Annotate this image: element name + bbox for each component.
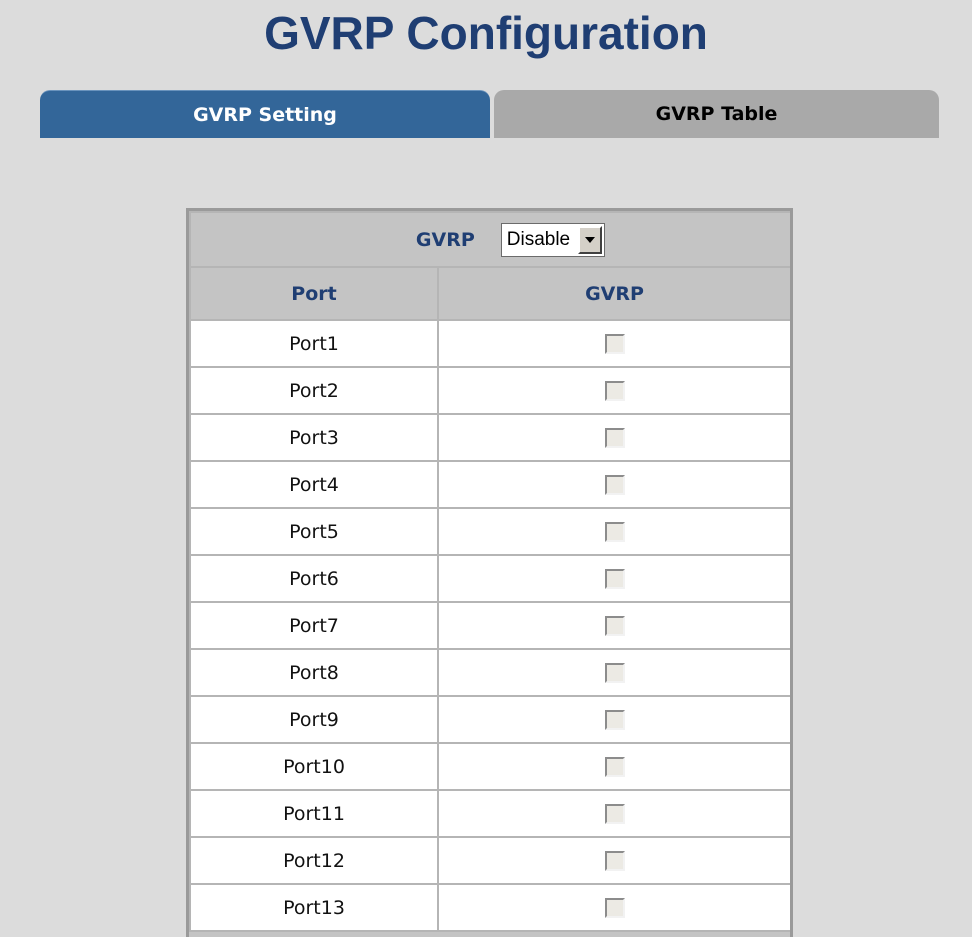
tab-gvrp-table[interactable]: GVRP Table (494, 90, 939, 138)
gvrp-enable-checkbox[interactable] (604, 381, 625, 401)
port-name: Port11 (189, 789, 439, 838)
table-row: Port6 (189, 554, 790, 603)
gvrp-cell (436, 695, 790, 744)
gvrp-cell (436, 413, 790, 462)
tab-gvrp-setting[interactable]: GVRP Setting (40, 90, 490, 138)
column-header-port: Port (189, 266, 439, 321)
global-gvrp-row: GVRP Disable (189, 211, 790, 268)
gvrp-cell (436, 507, 790, 556)
table-row: Port7 (189, 601, 790, 650)
page-title: GVRP Configuration (264, 7, 708, 59)
gvrp-enable-checkbox[interactable] (604, 804, 625, 824)
tab-label: GVRP Setting (193, 103, 337, 126)
gvrp-enable-checkbox[interactable] (604, 522, 625, 542)
gvrp-cell (436, 460, 790, 509)
gvrp-cell (436, 319, 790, 368)
table-header-row: Port GVRP (189, 266, 790, 321)
port-name: Port9 (189, 695, 439, 744)
gvrp-port-table: GVRP Disable Port GVRP Port1 Port2 Port3 Po… (189, 211, 790, 932)
port-name: Port10 (189, 742, 439, 791)
tab-label: GVRP Table (655, 103, 778, 125)
table-row: Port10 (189, 742, 790, 791)
gvrp-enable-checkbox[interactable] (604, 569, 625, 589)
gvrp-cell (436, 789, 790, 838)
gvrp-enable-checkbox[interactable] (604, 898, 625, 918)
gvrp-enable-checkbox[interactable] (604, 334, 625, 354)
port-name: Port12 (189, 836, 439, 885)
port-name: Port6 (189, 554, 439, 603)
column-header-gvrp: GVRP (436, 266, 790, 321)
gvrp-enable-checkbox[interactable] (604, 757, 625, 777)
table-row: Port12 (189, 836, 790, 885)
table-row: Port2 (189, 366, 790, 415)
gvrp-enable-checkbox[interactable] (604, 616, 625, 636)
gvrp-cell (436, 648, 790, 697)
gvrp-cell (436, 601, 790, 650)
gvrp-cell (436, 883, 790, 932)
gvrp-enable-checkbox[interactable] (604, 710, 625, 730)
gvrp-enable-checkbox[interactable] (604, 428, 625, 448)
port-name: Port7 (189, 601, 439, 650)
gvrp-mode-value: Disable (506, 228, 571, 250)
table-row: Port4 (189, 460, 790, 509)
gvrp-table-panel: GVRP Disable Port GVRP Port1 Port2 Port3 Po… (186, 208, 793, 937)
table-row: Port8 (189, 648, 790, 697)
gvrp-cell (436, 836, 790, 885)
gvrp-enable-checkbox[interactable] (604, 851, 625, 871)
table-row: Port9 (189, 695, 790, 744)
gvrp-cell (436, 554, 790, 603)
table-row: Port1 (189, 319, 790, 368)
port-name: Port5 (189, 507, 439, 556)
global-gvrp-label: GVRP (415, 228, 475, 251)
table-row: Port5 (189, 507, 790, 556)
port-name: Port13 (189, 883, 439, 932)
port-name: Port1 (189, 319, 439, 368)
gvrp-enable-checkbox[interactable] (604, 475, 625, 495)
gvrp-mode-select[interactable]: Disable (500, 222, 606, 257)
table-row: Port13 (189, 883, 790, 932)
gvrp-enable-checkbox[interactable] (604, 663, 625, 683)
gvrp-cell (436, 366, 790, 415)
gvrp-cell (436, 742, 790, 791)
table-row: Port3 (189, 413, 790, 462)
port-name: Port4 (189, 460, 439, 509)
port-name: Port8 (189, 648, 439, 697)
port-name: Port2 (189, 366, 439, 415)
dropdown-arrow-icon[interactable] (578, 225, 603, 254)
port-name: Port3 (189, 413, 439, 462)
table-row: Port11 (189, 789, 790, 838)
